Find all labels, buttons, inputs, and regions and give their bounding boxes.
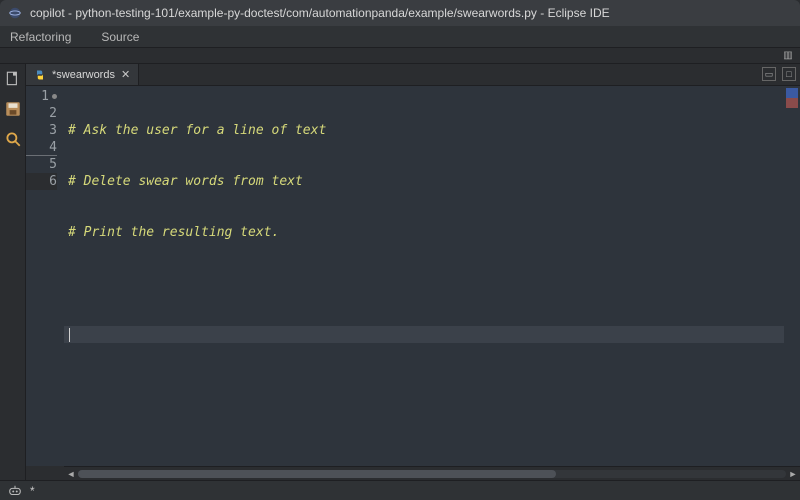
text-cursor	[69, 328, 70, 342]
eclipse-app-icon	[8, 6, 22, 20]
python-file-icon	[34, 69, 46, 81]
maximize-view-icon[interactable]: □	[782, 67, 796, 81]
copilot-icon[interactable]	[8, 484, 22, 498]
editor-tab-bar: *swearwords ✕ ▭ □	[26, 64, 800, 86]
code-line: # Delete swear words from text	[68, 174, 303, 189]
scrollbar-thumb[interactable]	[78, 470, 556, 478]
close-tab-icon[interactable]: ✕	[121, 68, 130, 81]
title-bar: copilot - python-testing-101/example-py-…	[0, 0, 800, 26]
scroll-left-arrow-icon[interactable]: ◄	[64, 467, 78, 481]
menu-refactoring[interactable]: Refactoring	[6, 28, 75, 46]
editor-region: *swearwords ✕ ▭ □ 1 2 3 4 5 6 # Ask the …	[26, 64, 800, 480]
line-number: 6	[49, 174, 57, 189]
left-tool-column	[0, 64, 26, 480]
dirty-indicator: *	[30, 484, 35, 498]
tab-label: *swearwords	[52, 69, 115, 81]
code-line: # Ask the user for a line of text	[68, 123, 326, 138]
menu-source[interactable]: Source	[97, 28, 143, 46]
main-area: *swearwords ✕ ▭ □ 1 2 3 4 5 6 # Ask the …	[0, 64, 800, 480]
code-editor[interactable]: 1 2 3 4 5 6 # Ask the user for a line of…	[26, 86, 800, 466]
tab-window-controls: ▭ □	[762, 67, 796, 81]
code-line: # Print the resulting text.	[68, 225, 279, 240]
warning-marker-icon	[52, 94, 57, 99]
overview-marker	[786, 88, 798, 98]
window-title: copilot - python-testing-101/example-py-…	[30, 6, 610, 20]
status-bar: *	[0, 480, 800, 500]
menu-bar: Refactoring Source	[0, 26, 800, 48]
code-text-area[interactable]: # Ask the user for a line of text # Dele…	[64, 86, 784, 466]
minimize-view-icon[interactable]: ▭	[762, 67, 776, 81]
save-icon[interactable]	[4, 100, 22, 118]
line-number: 2	[49, 106, 57, 121]
scroll-right-arrow-icon[interactable]: ►	[786, 467, 800, 481]
overview-ruler[interactable]	[784, 86, 800, 466]
tool-strip: ▥	[0, 48, 800, 64]
overview-marker	[786, 98, 798, 108]
line-number: 3	[49, 123, 57, 138]
search-icon[interactable]	[4, 130, 22, 148]
line-number: 1	[41, 89, 49, 104]
line-number: 4	[49, 140, 57, 155]
line-number-gutter: 1 2 3 4 5 6	[26, 86, 64, 466]
horizontal-scrollbar[interactable]: ◄ ►	[64, 466, 800, 480]
perspective-switcher-icon[interactable]: ▥	[782, 49, 794, 61]
tab-swearwords[interactable]: *swearwords ✕	[26, 64, 139, 85]
new-file-icon[interactable]	[4, 70, 22, 88]
line-number: 5	[49, 157, 57, 172]
